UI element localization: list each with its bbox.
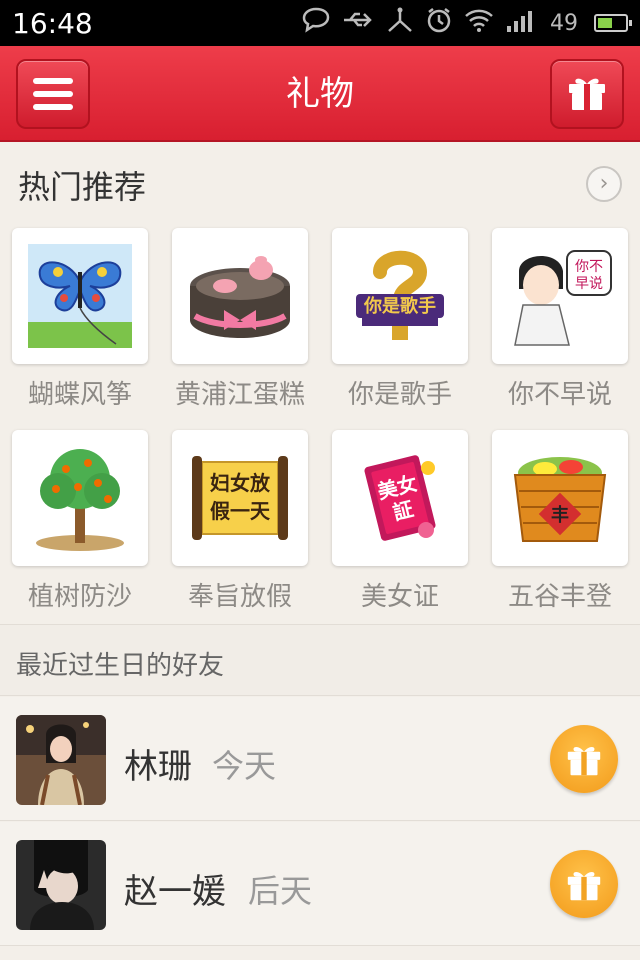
gift-item-tree[interactable]: 植树防沙	[12, 430, 148, 613]
gift-name: 你是歌手	[347, 380, 452, 410]
svg-text:假一天: 假一天	[210, 499, 271, 523]
gift-card[interactable]: 丰	[492, 430, 628, 566]
friend-name: 赵一媛	[124, 872, 226, 912]
gift-box-button[interactable]	[550, 59, 624, 129]
gift-item-cake[interactable]: 黄浦江蛋糕	[172, 228, 308, 411]
basket-icon: 丰	[513, 457, 607, 542]
gift-card[interactable]	[12, 430, 148, 566]
question-mark-icon: 你是歌手	[356, 250, 444, 340]
butterfly-kite-icon	[28, 244, 132, 348]
signal-icon	[506, 8, 538, 38]
svg-text:你不: 你不	[575, 259, 603, 275]
certificate-icon: 美女 証	[364, 455, 436, 541]
title-bar: 礼物	[0, 46, 640, 142]
friend-row[interactable]: 赵一媛 后天	[0, 822, 640, 946]
usb-icon	[342, 10, 374, 36]
gift-name: 黄浦江蛋糕	[174, 380, 305, 410]
alarm-icon	[426, 7, 452, 39]
birthday-when: 今天	[212, 747, 277, 785]
birthday-section-title: 最近过生日的好友	[16, 651, 225, 681]
hot-section-title: 热门推荐	[18, 168, 147, 206]
status-bar: 16:48 49	[0, 0, 640, 46]
gift-item-edict[interactable]: 妇女放 假一天 奉旨放假	[172, 430, 308, 613]
gift-icon	[567, 871, 601, 901]
gift-name: 五谷丰登	[507, 582, 612, 612]
gift-card[interactable]	[12, 228, 148, 364]
gift-item-beauty-card[interactable]: 美女 証 美女证	[332, 430, 468, 613]
gift-item-harvest[interactable]: 丰 五谷丰登	[492, 430, 628, 613]
gift-item-singer[interactable]: 你是歌手 你是歌手	[332, 228, 468, 411]
send-gift-button[interactable]	[550, 850, 618, 918]
menu-button[interactable]	[16, 59, 90, 129]
friend-row[interactable]: 林珊 今天	[0, 697, 640, 821]
avatar[interactable]	[16, 715, 106, 805]
friend-name: 林珊	[124, 747, 192, 787]
gift-name: 植树防沙	[27, 582, 132, 612]
gift-card[interactable]: 妇女放 假一天	[172, 430, 308, 566]
battery-icon	[594, 14, 632, 32]
svg-text:你是歌手: 你是歌手	[363, 295, 436, 317]
gift-card[interactable]: 你是歌手	[332, 228, 468, 364]
status-icons: 49	[302, 7, 632, 39]
svg-text:妇女放: 妇女放	[210, 471, 271, 495]
chevron-right-icon[interactable]: ›	[586, 166, 622, 202]
svg-text:早说: 早说	[575, 276, 603, 292]
wifi-icon	[464, 8, 494, 38]
tree-icon	[36, 449, 124, 551]
cartoon-figure-icon: 你不 早说	[514, 250, 612, 346]
gift-card[interactable]: 美女 証	[332, 430, 468, 566]
gift-name: 奉旨放假	[187, 582, 292, 612]
avatar[interactable]	[16, 840, 106, 930]
chat-icon	[302, 7, 330, 39]
cake-icon	[190, 256, 290, 338]
gift-item-kite[interactable]: 蝴蝶风筝	[12, 228, 148, 411]
network-icon	[386, 7, 414, 39]
status-time: 16:48	[12, 6, 93, 40]
scroll-icon: 妇女放 假一天	[192, 456, 288, 540]
gift-icon	[567, 746, 601, 776]
battery-level: 49	[550, 10, 578, 36]
gift-name: 你不早说	[507, 380, 612, 410]
gift-item-nibuzaoshuo[interactable]: 你不 早说 你不早说	[492, 228, 628, 411]
gift-card[interactable]: 你不 早说	[492, 228, 628, 364]
send-gift-button[interactable]	[550, 725, 618, 793]
hot-section-header: 热门推荐 ›	[0, 142, 640, 224]
svg-text:丰: 丰	[551, 504, 569, 526]
gift-name: 蝴蝶风筝	[27, 380, 132, 410]
gift-icon	[566, 72, 608, 116]
gift-name: 美女证	[360, 582, 439, 612]
menu-icon	[33, 78, 73, 110]
page-title: 礼物	[286, 74, 354, 114]
birthday-section-header: 最近过生日的好友	[0, 624, 640, 696]
gift-card[interactable]	[172, 228, 308, 364]
birthday-when: 后天	[248, 872, 313, 910]
